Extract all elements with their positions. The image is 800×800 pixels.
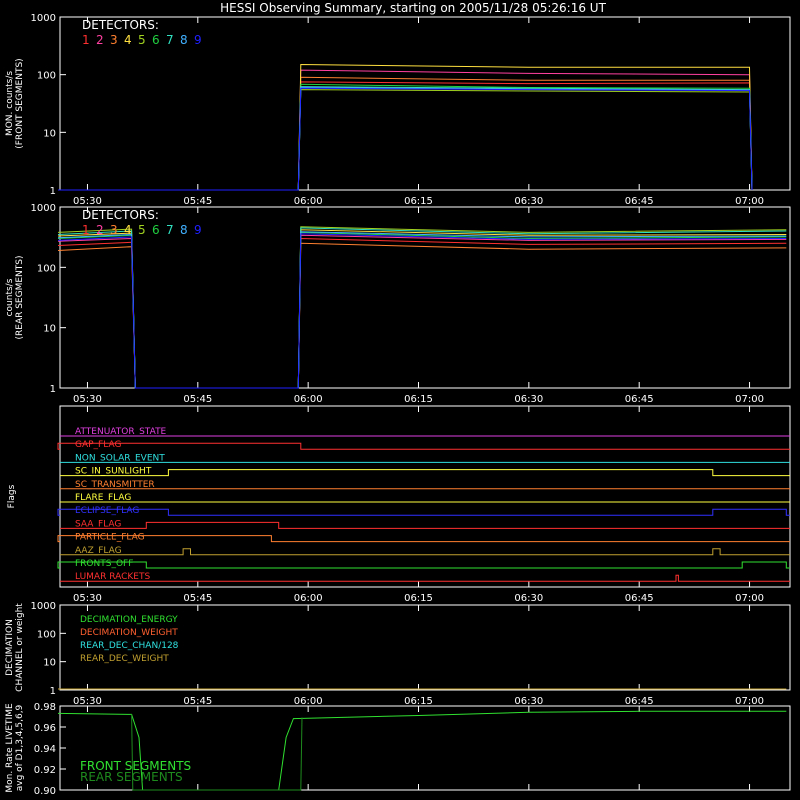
x-tick-label: 06:45 [625, 196, 654, 207]
y-axis-label: avg of D1,3,4,5,6,9 [15, 704, 25, 791]
legend-item-4: 4 [124, 33, 132, 47]
flag-label: FLARE_FLAG [75, 493, 131, 503]
flag-label: SC_IN_SUNLIGHT [75, 467, 152, 477]
x-tick-label: 05:30 [73, 696, 102, 707]
y-tick-label: 0.94 [34, 744, 56, 755]
x-tick-label: 06:30 [514, 196, 543, 207]
y-tick-label: 1 [50, 686, 56, 697]
legend-item: REAR_DEC_CHAN/128 [80, 641, 179, 651]
x-tick-label: 06:00 [294, 696, 323, 707]
x-tick-label: 07:00 [735, 196, 764, 207]
x-tick-label: 07:00 [735, 593, 764, 604]
y-tick-label: 100 [37, 629, 56, 640]
y-tick-label: 100 [37, 71, 56, 82]
y-axis-label: Flags [7, 484, 17, 508]
legend-item: DECIMATION_ENERGY [80, 615, 178, 625]
legend-item-9: 9 [194, 223, 202, 237]
x-tick-label: 05:45 [183, 394, 212, 405]
y-axis-label: Mon. Rate LIVETIME [5, 703, 15, 793]
y-tick-label: 0.92 [34, 765, 56, 776]
legend-item-4: 4 [124, 223, 132, 237]
flag-label: LUMAR RACKETS [75, 572, 150, 582]
y-tick-label: 10 [43, 658, 56, 669]
x-tick-label: 06:30 [514, 394, 543, 405]
legend-title: DETECTORS: [82, 18, 159, 32]
y-axis-label: DECIMATION [5, 619, 15, 676]
x-tick-label: 05:45 [183, 593, 212, 604]
legend-item-5: 5 [138, 33, 146, 47]
x-tick-label: 06:15 [404, 394, 433, 405]
y-axis-label: counts/s [5, 278, 15, 316]
chart-background [0, 0, 800, 800]
legend-item: REAR SEGMENTS [80, 770, 183, 784]
legend-item-1: 1 [82, 223, 90, 237]
x-tick-label: 06:45 [625, 593, 654, 604]
x-tick-label: 06:30 [514, 593, 543, 604]
flag-label: SAA_FLAG [75, 519, 121, 529]
hessi-summary-chart: HESSI Observing Summary, starting on 200… [0, 0, 800, 800]
y-axis-label: (FRONT SEGMENTS) [15, 58, 25, 148]
flag-label: NON_SOLAR_EVENT [75, 453, 165, 463]
legend-item: REAR_DEC_WEIGHT [80, 654, 169, 664]
flag-label: PARTICLE_FLAG [75, 533, 145, 543]
y-axis-label: (REAR SEGMENTS) [15, 255, 25, 339]
y-tick-label: 1000 [31, 13, 56, 24]
y-tick-label: 10 [43, 128, 56, 139]
chart-title: HESSI Observing Summary, starting on 200… [220, 1, 606, 15]
legend-item-9: 9 [194, 33, 202, 47]
x-tick-label: 06:15 [404, 196, 433, 207]
y-tick-label: 1000 [31, 203, 56, 214]
y-tick-label: 1 [50, 186, 56, 197]
x-tick-label: 05:30 [73, 593, 102, 604]
x-tick-label: 06:15 [404, 593, 433, 604]
legend-item-3: 3 [110, 33, 118, 47]
x-tick-label: 07:00 [735, 696, 764, 707]
x-tick-label: 06:30 [514, 696, 543, 707]
flag-label: FRONTS_OFF [75, 559, 133, 569]
flag-label: ATTENUATOR_STATE [75, 427, 167, 437]
x-tick-label: 07:00 [735, 394, 764, 405]
legend-item-2: 2 [96, 223, 104, 237]
flag-label: SC_TRANSMITTER [75, 480, 155, 490]
x-tick-label: 06:00 [294, 394, 323, 405]
y-axis-label: CHANNEL or weight [15, 603, 25, 692]
x-tick-label: 06:45 [625, 696, 654, 707]
legend-item-8: 8 [180, 33, 188, 47]
flag-label: ECLIPSE_FLAG [75, 506, 139, 516]
legend-item-3: 3 [110, 223, 118, 237]
legend-item: DECIMATION_WEIGHT [80, 628, 178, 638]
y-axis-label: MON. counts/s [5, 71, 15, 136]
flag-label: AAZ_FLAG [75, 546, 122, 556]
x-tick-label: 06:15 [404, 696, 433, 707]
legend-item-6: 6 [152, 33, 160, 47]
legend-item-8: 8 [180, 223, 188, 237]
legend-item-1: 1 [82, 33, 90, 47]
legend-item-2: 2 [96, 33, 104, 47]
legend-item-7: 7 [166, 223, 174, 237]
x-tick-label: 05:30 [73, 196, 102, 207]
x-tick-label: 05:30 [73, 394, 102, 405]
legend-item-5: 5 [138, 223, 146, 237]
y-tick-label: 0.98 [34, 702, 56, 713]
y-tick-label: 1000 [31, 601, 56, 612]
legend-title: DETECTORS: [82, 208, 159, 222]
y-tick-label: 10 [43, 324, 56, 335]
x-tick-label: 06:45 [625, 394, 654, 405]
flag-label: GAP_FLAG [75, 440, 121, 450]
x-tick-label: 06:00 [294, 593, 323, 604]
x-tick-label: 05:45 [183, 696, 212, 707]
x-tick-label: 06:00 [294, 196, 323, 207]
legend-item-7: 7 [166, 33, 174, 47]
y-tick-label: 100 [37, 263, 56, 274]
x-tick-label: 05:45 [183, 196, 212, 207]
y-tick-label: 0.90 [34, 786, 56, 797]
y-tick-label: 1 [50, 384, 56, 395]
legend-item-6: 6 [152, 223, 160, 237]
y-tick-label: 0.96 [34, 723, 56, 734]
